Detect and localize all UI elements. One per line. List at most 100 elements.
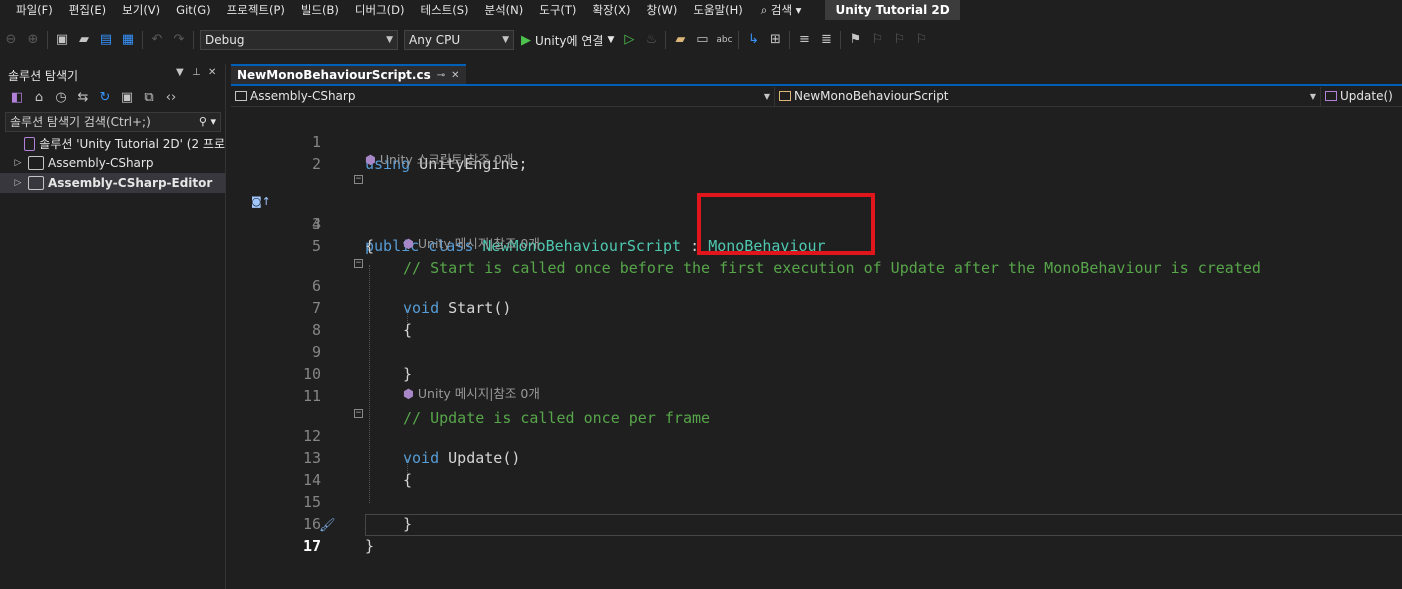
code-line: 2 — [231, 131, 1402, 173]
fold-toggle[interactable]: − — [354, 175, 363, 184]
unity-cube-icon: ⬢ — [403, 236, 414, 251]
codelens-update[interactable]: ⬢ Unity 메시지|참조 0개 — [403, 385, 540, 403]
code-line: 1 using UnityEngine; — [231, 109, 1402, 173]
solution-search-input[interactable]: 솔루션 탐색기 검색(Ctrl+;) ⚲ ▾ — [5, 112, 221, 132]
open-folder-icon[interactable]: ▰ — [76, 32, 92, 48]
codelens-start[interactable]: ⬢ Unity 메시지|참조 0개 — [403, 235, 540, 253]
code-line: 14 — [231, 447, 1402, 489]
member-nav-select[interactable]: Update() — [1321, 87, 1402, 106]
menu-view[interactable]: 보기(V) — [114, 0, 168, 20]
solution-explorer-toolbar: ◧ ⌂ ◷ ⇆ ↻ ▣ ⧉ ‹› — [0, 86, 225, 110]
method-icon — [1325, 91, 1337, 101]
hot-reload-icon[interactable]: ♨ — [643, 32, 659, 48]
sync-icon[interactable]: ⇆ — [75, 90, 91, 106]
chevron-down-icon: ▼ — [386, 35, 393, 45]
bookmark-prev-icon[interactable]: ⚐ — [869, 32, 885, 48]
close-icon[interactable]: ✕ — [208, 67, 216, 78]
menu-extensions[interactable]: 확장(X) — [584, 0, 638, 20]
menu-help[interactable]: 도움말(H) — [685, 0, 750, 20]
outdent-icon[interactable]: ≣ — [818, 32, 834, 48]
tree-icon[interactable]: ⊞ — [767, 32, 783, 48]
configuration-select[interactable]: Debug ▼ — [200, 30, 398, 50]
spell-check-icon[interactable]: abc — [716, 32, 732, 48]
chevron-down-icon: ▼ — [502, 35, 509, 45]
menu-file[interactable]: 파일(F) — [0, 0, 61, 20]
code-line: 9 } — [231, 319, 1402, 383]
vs-switch-icon[interactable]: ◧ — [9, 90, 25, 106]
show-all-files-icon[interactable]: ⧉ — [141, 90, 157, 106]
folder-view-icon[interactable]: ▰ — [672, 32, 688, 48]
code-line: 15 } — [231, 469, 1402, 533]
chevron-right-icon[interactable]: ▷ — [12, 158, 24, 168]
fold-toggle[interactable]: − — [354, 409, 363, 418]
save-icon[interactable]: ▤ — [98, 32, 114, 48]
new-project-icon[interactable]: ▣ — [54, 32, 70, 48]
chevron-right-icon[interactable]: ▷ — [12, 178, 24, 188]
code-editor: NewMonoBehaviourScript.cs ⊸ ✕ Assembly-C… — [231, 64, 1402, 589]
solution-explorer-panel: 솔루션 탐색기 ▼ ⊥ ✕ ◧ ⌂ ◷ ⇆ ↻ ▣ ⧉ ‹› 솔루션 탐색기 검… — [0, 64, 226, 589]
home-icon[interactable]: ⌂ — [31, 90, 47, 106]
member-nav-value: Update() — [1340, 88, 1393, 103]
close-icon[interactable]: ✕ — [451, 70, 459, 81]
dropdown-icon[interactable]: ▼ — [176, 67, 184, 78]
tree-item-solution[interactable]: 솔루션 'Unity Tutorial 2D' (2 프로 — [0, 134, 225, 154]
project-icon — [28, 156, 44, 171]
menu-build[interactable]: 빌드(B) — [293, 0, 347, 20]
fold-toggle[interactable]: − — [354, 259, 363, 268]
bookmark-icon[interactable]: ⚑ — [847, 32, 863, 48]
bookmark-clear-icon[interactable]: ⚐ — [913, 32, 929, 48]
indent-icon[interactable]: ≡ — [796, 32, 812, 48]
menu-tools[interactable]: 도구(T) — [531, 0, 584, 20]
tree-item-assembly-csharp-editor[interactable]: ▷ Assembly-CSharp-Editor — [0, 173, 225, 193]
menu-edit[interactable]: 편집(E) — [61, 0, 114, 20]
attach-unity-button[interactable]: ▶ Unity에 연결 ▼ — [521, 32, 614, 49]
bookmark-next-icon[interactable]: ⚐ — [891, 32, 907, 48]
solution-name-badge: Unity Tutorial 2D — [825, 0, 960, 20]
step-icon[interactable]: ↳ — [745, 32, 761, 48]
main-toolbar: ⊖ ⊕ ▣ ▰ ▤ ▦ ↶ ↷ Debug ▼ Any CPU ▼ ▶ Unit… — [0, 26, 1402, 54]
menu-project[interactable]: 프로젝트(P) — [219, 0, 293, 20]
forward-icon[interactable]: ⊕ — [25, 32, 41, 48]
type-nav-select[interactable]: NewMonoBehaviourScript ▼ — [775, 86, 1321, 106]
codelens-text: Unity 스크립트|참조 0개 — [379, 152, 514, 167]
toolbar-separator — [738, 31, 740, 49]
search-button[interactable]: ⌕ 검색 ▾ — [751, 2, 812, 18]
menu-analyze[interactable]: 분석(N) — [477, 0, 532, 20]
tree-item-assembly-csharp[interactable]: ▷ Assembly-CSharp — [0, 154, 225, 174]
menu-window[interactable]: 창(W) — [638, 0, 685, 20]
toolbar-separator — [789, 31, 791, 49]
project-nav-value: Assembly-CSharp — [250, 88, 356, 103]
undo-icon[interactable]: ↶ — [149, 32, 165, 48]
platform-select[interactable]: Any CPU ▼ — [404, 30, 514, 50]
tree-item-label: Assembly-CSharp — [48, 156, 154, 171]
history-icon[interactable]: ◷ — [53, 90, 69, 106]
pin-icon[interactable]: ⊥ — [192, 67, 201, 78]
back-icon[interactable]: ⊖ — [3, 32, 19, 48]
tree-item-label: 솔루션 'Unity Tutorial 2D' (2 프로 — [39, 137, 225, 152]
collapse-all-icon[interactable]: ▣ — [119, 90, 135, 106]
window-layout-icon[interactable]: ▭ — [694, 32, 710, 48]
tab-newmonobehaviourscript[interactable]: NewMonoBehaviourScript.cs ⊸ ✕ — [231, 64, 466, 84]
code-cleanup-icon[interactable]: 🖌 — [319, 518, 336, 533]
solution-icon — [23, 136, 36, 151]
code-view-icon[interactable]: ‹› — [163, 90, 179, 106]
pin-icon[interactable]: ⊸ — [437, 70, 445, 81]
save-all-icon[interactable]: ▦ — [120, 32, 136, 48]
menu-bar: 파일(F) 편집(E) 보기(V) Git(G) 프로젝트(P) 빌드(B) 디… — [0, 0, 1402, 20]
start-without-debug-icon[interactable]: ▷ — [621, 32, 637, 48]
tab-label: NewMonoBehaviourScript.cs — [237, 68, 431, 82]
codelens-class[interactable]: ⬢ Unity 스크립트|참조 0개 — [365, 151, 513, 169]
menu-git[interactable]: Git(G) — [168, 0, 219, 20]
class-icon — [779, 91, 791, 101]
redo-icon[interactable]: ↷ — [171, 32, 187, 48]
menu-test[interactable]: 테스트(S) — [413, 0, 477, 20]
code-line: 12 void Update() — [231, 403, 1402, 467]
refresh-icon[interactable]: ↻ — [97, 90, 113, 106]
project-icon — [28, 175, 44, 190]
project-nav-select[interactable]: Assembly-CSharp ▼ — [231, 86, 775, 106]
menu-debug[interactable]: 디버그(D) — [347, 0, 413, 20]
chevron-down-icon: ▼ — [607, 35, 615, 45]
navigation-bar: Assembly-CSharp ▼ NewMonoBehaviourScript… — [231, 86, 1402, 107]
code-area[interactable]: 1 using UnityEngine; 2 ⬢ Unity 스크립트|참조 0… — [231, 109, 1402, 589]
play-icon: ▶ — [521, 32, 531, 48]
